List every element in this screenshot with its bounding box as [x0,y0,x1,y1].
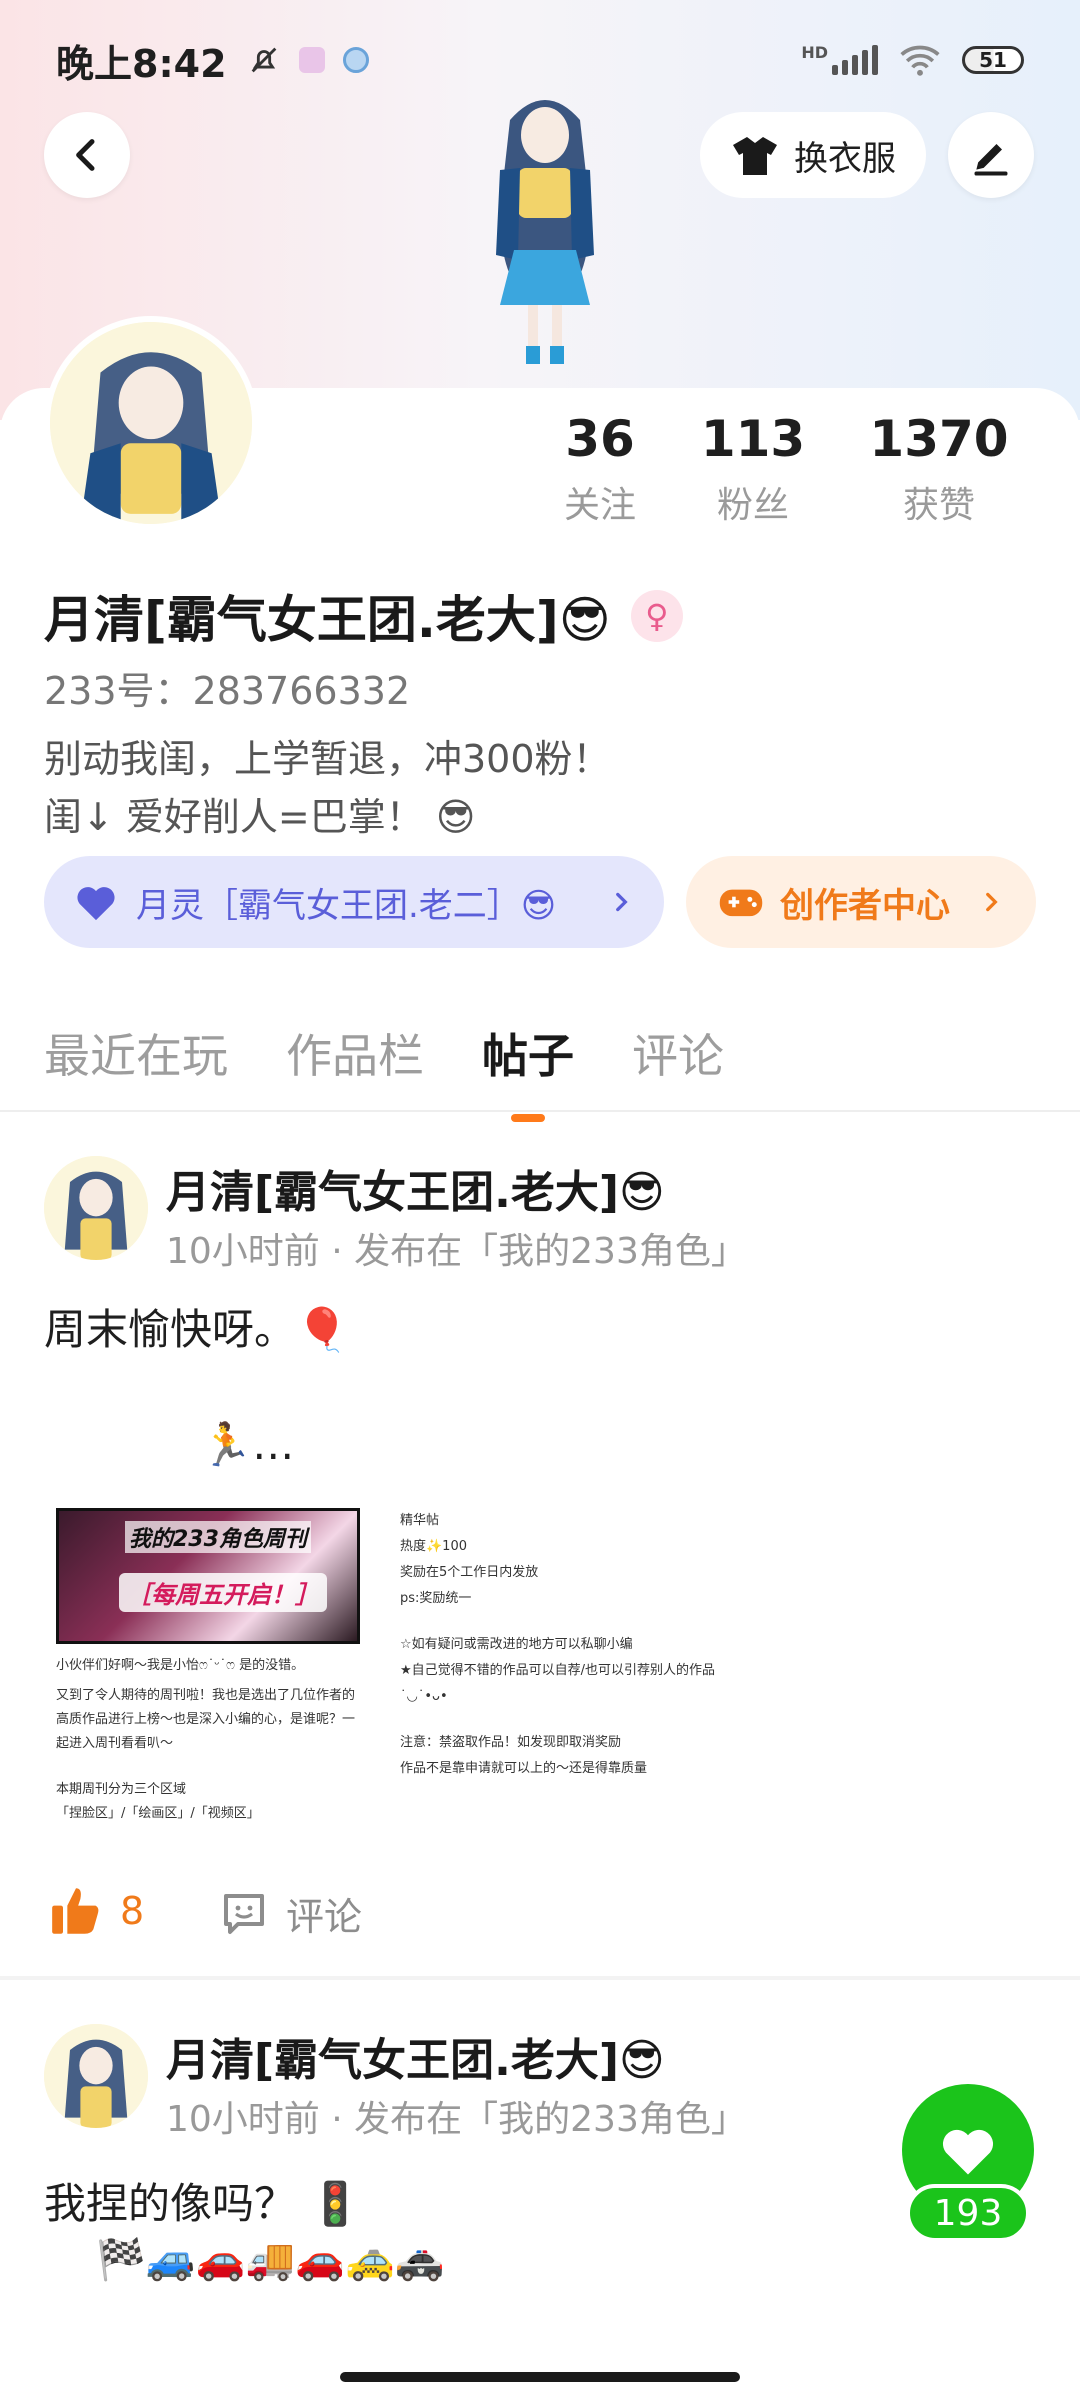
attachment-line: 本期周刊分为三个区域 [56,1782,187,1797]
gamepad-icon [719,889,763,917]
attachment-line: 「捏脸区」/「绘画区」/「视频区」 [56,1806,260,1821]
attachment-line: 小伙伴们好啊～我是小怡ෆ˙ᵕ˙ෆ 是的没错。 [56,1658,305,1673]
floating-like-count: 193 [906,2184,1030,2242]
app-notification-icon [298,47,325,73]
post-separator [0,1976,1080,1980]
profile-username-row: 月清[霸气女王团.老大]😎 ♀ [44,580,683,652]
outfit-button[interactable]: 换衣服 [700,112,926,198]
attachment-text-left: 小伙伴们好啊～我是小怡ෆ˙ᵕ˙ෆ 是的没错。 又到了令人期待的周刊啦！我也是选出… [56,1654,366,1826]
attachment-line: ★自己觉得不错的作品可以自荐/也可以引荐别人的作品˙◡˙•ᴗ• [400,1663,716,1704]
post-meta: 10小时前 · 发布在「我的233角色」 [166,1231,747,1272]
floating-like-button[interactable]: 193 [902,2084,1034,2244]
edit-profile-button[interactable] [948,112,1034,198]
post-emoji-row: 🏁🚙🚗🚚🚗🚕🚓 [96,2237,445,2283]
profile-username: 月清[霸气女王团.老大]😎 [44,591,611,649]
home-indicator[interactable] [340,2372,740,2382]
comment-button[interactable]: 评论 [220,1886,362,1941]
stat-label: 粉丝 [716,485,789,526]
attachment-line: 热度✨100 [400,1539,467,1554]
post-text: 我捏的像吗？ 🚦 [44,2179,362,2228]
attachment-line: ps:奖励统一 [400,1591,472,1606]
back-button[interactable] [44,112,130,198]
wifi-icon [900,45,940,76]
tab-comments[interactable]: 评论 [632,1020,724,1086]
avatar[interactable] [44,316,258,530]
friend-chip-label: 月灵［霸气女王团.老二］😎 [136,885,557,926]
signal-icon [832,45,878,75]
attachment-line: 又到了令人期待的周刊啦！我也是选出了几位作者的高质作品进行上榜～也是深入小编的心… [56,1688,356,1751]
profile-tabs: 最近在玩 作品栏 帖子 评论 [44,1020,724,1122]
poster-image: 我的233角色周刊 ［每周五开启！］ [56,1508,360,1644]
poster-title: 我的233角色周刊 [125,1521,311,1553]
post-author[interactable]: 月清[霸气女王团.老大]😎 [166,1156,665,1220]
post-avatar-image [44,1156,148,1260]
stat-label: 获赞 [902,485,975,526]
attachment-text-right: 精华帖 热度✨100 奖励在5个工作日内发放 ps:奖励统一 ☆如有疑问或需改进… [400,1508,720,1782]
battery-icon: 51 [962,46,1024,74]
status-right: HD 51 [801,43,1024,77]
bio-line: 别动我闺，上学暂退，冲300粉！ [44,737,611,781]
chevron-left-icon [76,139,95,171]
post-author[interactable]: 月清[霸气女王团.老大]😎 [166,2024,665,2088]
profile-stats: 36 关注 113 粉丝 1370 获赞 [540,410,1060,528]
app-notification-icon [342,47,369,73]
heart-icon [77,887,115,921]
status-time: 晚上8:42 [56,41,227,86]
attachment-line: 奖励在5个工作日内发放 [400,1565,539,1580]
comment-icon [224,1893,264,1934]
creator-center-button[interactable]: 创作者中心 [686,856,1036,948]
stat-value: 1370 [869,410,1009,468]
tab-works[interactable]: 作品栏 [286,1020,424,1086]
pen-icon [974,144,1008,176]
tab-recently-played[interactable]: 最近在玩 [44,1020,228,1086]
post-attachment-image[interactable]: 我的233角色周刊 ［每周五开启！］ 小伙伴们好啊～我是小怡ෆ˙ᵕ˙ෆ 是的没错… [56,1508,716,1838]
stat-label: 关注 [563,485,636,526]
attachment-line: 注意：禁盗取作品！如发现即取消奖励 [400,1735,622,1750]
profile-uid: 233号：283766332 [44,669,411,713]
divider [0,1110,1080,1112]
mute-bell-icon [251,47,276,73]
chevron-right-icon [616,892,628,912]
network-label: HD [801,42,828,62]
attachment-line: 精华帖 [400,1513,440,1528]
friend-chip[interactable]: 月灵［霸气女王团.老二］😎 [44,856,664,948]
comment-label: 评论 [286,1895,363,1939]
post-avatar-image [44,2024,148,2128]
stat-likes[interactable]: 1370 获赞 [846,410,1032,528]
poster-subtitle: ［每周五开启！］ [119,1573,327,1612]
profile-bio: 别动我闺，上学暂退，冲300粉！ 闺↓ 爱好削人=巴掌！ 😎 [44,730,611,846]
gender-female-icon: ♀ [630,590,683,642]
creator-center-label: 创作者中心 [780,885,950,926]
thumbs-up-icon [52,1888,99,1934]
heart-icon [942,2129,994,2175]
post-text: 周末愉快呀。🎈 [44,1305,349,1354]
stat-following[interactable]: 36 关注 [540,410,660,528]
status-notification-icons [247,43,369,77]
avatar-image [50,322,252,524]
stat-value: 113 [700,410,806,468]
like-count: 8 [120,1889,145,1933]
tab-posts[interactable]: 帖子 [482,1020,574,1122]
post-avatar[interactable] [44,1156,148,1260]
post-avatar[interactable] [44,2024,148,2128]
post-text: 🏃… [200,1420,295,1469]
like-button[interactable]: 8 [50,1886,144,1936]
outfit-button-label: 换衣服 [794,138,896,179]
attachment-line: 作品不是靠申请就可以上的～还是得靠质量 [400,1761,648,1776]
stat-value: 36 [565,410,635,468]
chevron-right-icon [986,892,998,912]
post-meta: 10小时前 · 发布在「我的233角色」 [166,2099,747,2140]
stat-followers[interactable]: 113 粉丝 [660,410,846,528]
character-figure-image[interactable] [440,90,650,380]
attachment-line: ☆如有疑问或需改进的地方可以私聊小编 [400,1637,633,1652]
bio-line: 闺↓ 爱好削人=巴掌！ 😎 [44,795,476,839]
tshirt-icon [733,137,777,175]
